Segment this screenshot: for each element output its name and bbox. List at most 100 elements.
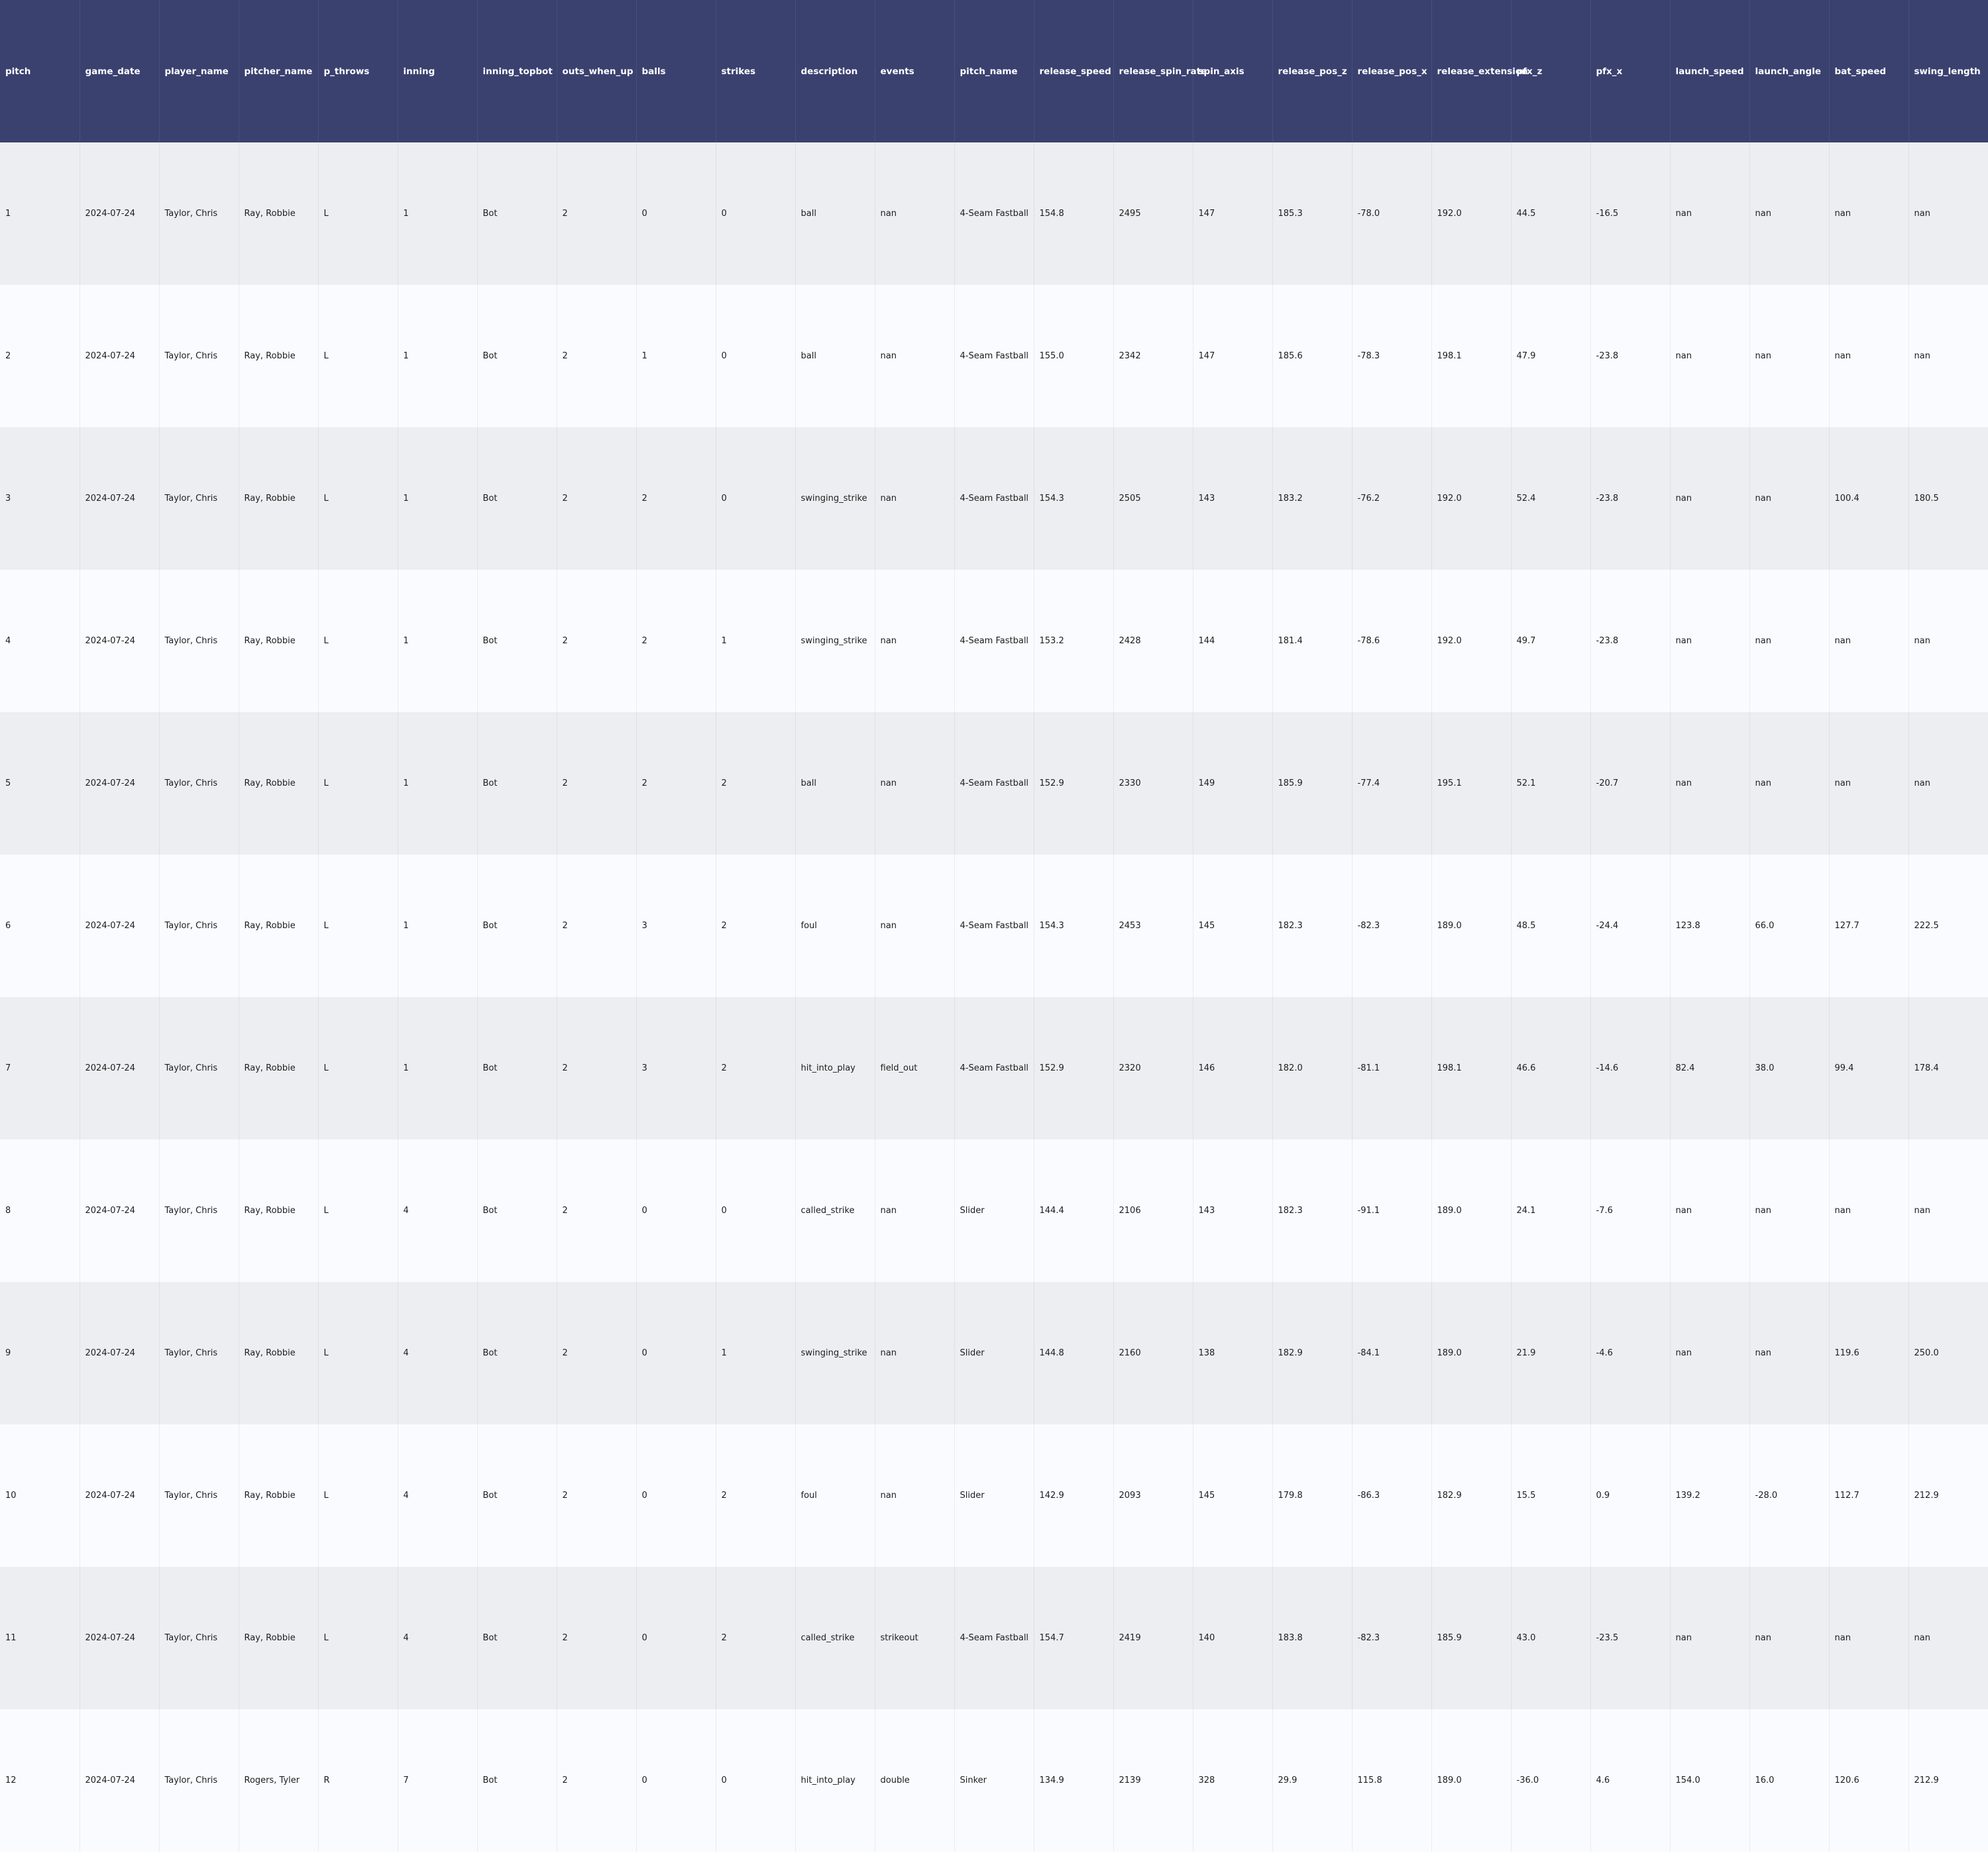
table-cell-balls: 2 <box>636 570 716 712</box>
table-cell-release-pos-z: 182.3 <box>1272 1140 1353 1282</box>
table-cell-release-spin-rate: 2428 <box>1113 570 1193 712</box>
table-cell-spin-axis: 147 <box>1193 285 1273 427</box>
table-cell-inning-topbot: Bot <box>477 142 557 285</box>
table-cell-launch-angle: 38.0 <box>1749 997 1830 1140</box>
table-cell-outs-when-up: 2 <box>557 570 637 712</box>
table-cell-pfx-z: -36.0 <box>1511 1709 1591 1852</box>
table-cell-launch-speed: nan <box>1670 1567 1750 1709</box>
column-header-launch-angle: launch_angle <box>1749 0 1830 142</box>
table-cell-pitch-name: 4-Seam Fastball <box>954 997 1034 1140</box>
table-cell-outs-when-up: 2 <box>557 855 637 997</box>
table-cell-release-pos-x: -86.3 <box>1352 1424 1432 1567</box>
table-cell-pitch: 10 <box>0 1424 80 1567</box>
table-cell-pitcher-name: Ray, Robbie <box>239 855 319 997</box>
table-header-row: pitch game_date player_name pitcher_name p_t… <box>0 0 1988 142</box>
table-cell-pitcher-name: Ray, Robbie <box>239 997 319 1140</box>
table-cell-spin-axis: 138 <box>1193 1282 1273 1424</box>
table-cell-release-pos-x: -77.4 <box>1352 712 1432 855</box>
table-cell-game-date: 2024-07-24 <box>80 1709 160 1852</box>
table-cell-launch-speed: nan <box>1670 427 1750 570</box>
table-cell-pfx-x: -14.6 <box>1590 997 1671 1140</box>
table-cell-release-extension: 192.0 <box>1431 570 1512 712</box>
table-cell-strikes: 2 <box>716 712 796 855</box>
table-cell-bat-speed: nan <box>1829 285 1909 427</box>
table-cell-release-pos-z: 185.9 <box>1272 712 1353 855</box>
table-cell-release-spin-rate: 2495 <box>1113 142 1193 285</box>
table-cell-events: nan <box>875 570 955 712</box>
column-header-release-spin-rate: release_spin_rate <box>1113 0 1207 142</box>
table-cell-outs-when-up: 2 <box>557 427 637 570</box>
table-cell-bat-speed: 120.6 <box>1829 1709 1909 1852</box>
table-cell-inning-topbot: Bot <box>477 285 557 427</box>
table-cell-pfx-x: -23.8 <box>1590 570 1671 712</box>
table-cell-outs-when-up: 2 <box>557 285 637 427</box>
table-cell-strikes: 2 <box>716 855 796 997</box>
table-cell-p-throws: L <box>318 1282 398 1424</box>
table-cell-pfx-z: 52.1 <box>1511 712 1591 855</box>
table-cell-game-date: 2024-07-24 <box>80 285 160 427</box>
table-cell-release-extension: 189.0 <box>1431 1140 1512 1282</box>
column-header-inning: inning <box>398 0 478 142</box>
table-row: 1 2024-07-24 Taylor, Chris Ray, Robbie L 1 Bot… <box>0 142 1988 285</box>
table-cell-pfx-x: -24.4 <box>1590 855 1671 997</box>
table-cell-inning: 4 <box>398 1567 478 1709</box>
table-cell-pfx-x: -20.7 <box>1590 712 1671 855</box>
table-cell-game-date: 2024-07-24 <box>80 142 160 285</box>
table-cell-game-date: 2024-07-24 <box>80 1424 160 1567</box>
table-cell-launch-angle: nan <box>1749 712 1830 855</box>
table-cell-launch-speed: 139.2 <box>1670 1424 1750 1567</box>
table-cell-release-spin-rate: 2342 <box>1113 285 1193 427</box>
table-cell-pitch-name: Sinker <box>954 1709 1034 1852</box>
table-cell-events: nan <box>875 1282 955 1424</box>
table-cell-spin-axis: 140 <box>1193 1567 1273 1709</box>
table-cell-inning-topbot: Bot <box>477 570 557 712</box>
table-cell-launch-angle: nan <box>1749 1282 1830 1424</box>
table-cell-inning: 4 <box>398 1140 478 1282</box>
pitch-data-table: pitch game_date player_name pitcher_name p_t… <box>0 0 1988 1852</box>
table-cell-release-extension: 198.1 <box>1431 285 1512 427</box>
table-cell-strikes: 0 <box>716 142 796 285</box>
table-cell-spin-axis: 149 <box>1193 712 1273 855</box>
table-cell-outs-when-up: 2 <box>557 712 637 855</box>
column-header-pitch-name: pitch_name <box>954 0 1034 142</box>
table-cell-description: ball <box>795 712 875 855</box>
table-cell-events: nan <box>875 855 955 997</box>
table-cell-pfx-z: 21.9 <box>1511 1282 1591 1424</box>
table-cell-release-extension: 189.0 <box>1431 1709 1512 1852</box>
table-cell-pitcher-name: Ray, Robbie <box>239 1282 319 1424</box>
table-cell-strikes: 0 <box>716 285 796 427</box>
table-cell-launch-angle: nan <box>1749 1567 1830 1709</box>
table-cell-description: swinging_strike <box>795 1282 875 1424</box>
table-cell-swing-length: nan <box>1908 285 1988 427</box>
column-header-events: events <box>875 0 955 142</box>
table-cell-release-extension: 182.9 <box>1431 1424 1512 1567</box>
table-cell-game-date: 2024-07-24 <box>80 427 160 570</box>
table-cell-p-throws: L <box>318 1140 398 1282</box>
table-cell-inning-topbot: Bot <box>477 427 557 570</box>
table-cell-pitcher-name: Ray, Robbie <box>239 285 319 427</box>
table-cell-swing-length: nan <box>1908 1140 1988 1282</box>
table-cell-strikes: 1 <box>716 570 796 712</box>
table-cell-launch-speed: nan <box>1670 1140 1750 1282</box>
table-cell-launch-angle: 16.0 <box>1749 1709 1830 1852</box>
table-cell-player-name: Taylor, Chris <box>159 427 239 570</box>
column-header-pitch: pitch <box>0 0 80 142</box>
table-cell-balls: 0 <box>636 1567 716 1709</box>
table-cell-release-spin-rate: 2106 <box>1113 1140 1193 1282</box>
table-row: 5 2024-07-24 Taylor, Chris Ray, Robbie L 1 Bot… <box>0 712 1988 855</box>
table-cell-game-date: 2024-07-24 <box>80 570 160 712</box>
table-cell-pitch-name: 4-Seam Fastball <box>954 570 1034 712</box>
table-cell-strikes: 2 <box>716 1567 796 1709</box>
table-cell-description: swinging_strike <box>795 427 875 570</box>
table-cell-swing-length: nan <box>1908 1567 1988 1709</box>
table-cell-balls: 0 <box>636 1140 716 1282</box>
table-cell-game-date: 2024-07-24 <box>80 997 160 1140</box>
table-cell-p-throws: R <box>318 1709 398 1852</box>
table-cell-spin-axis: 144 <box>1193 570 1273 712</box>
table-cell-swing-length: 212.9 <box>1908 1709 1988 1852</box>
table-cell-pitcher-name: Ray, Robbie <box>239 712 319 855</box>
table-cell-events: nan <box>875 712 955 855</box>
column-header-release-extension: release_extension <box>1431 0 1528 142</box>
table-cell-player-name: Taylor, Chris <box>159 712 239 855</box>
table-cell-inning-topbot: Bot <box>477 1282 557 1424</box>
